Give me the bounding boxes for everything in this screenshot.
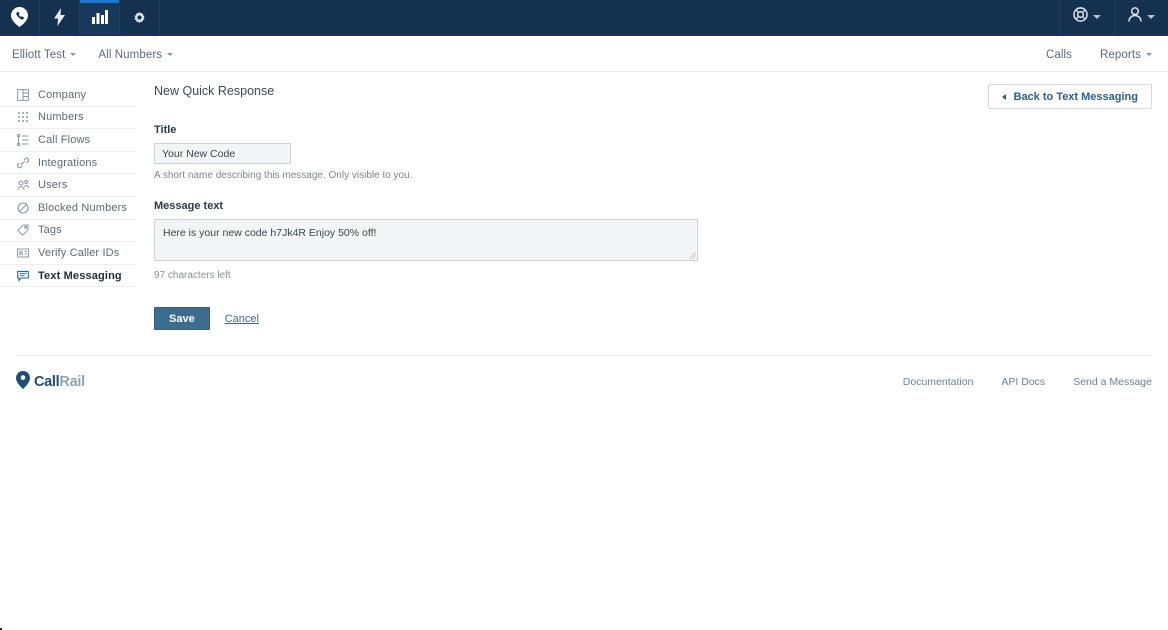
link-icon [16,156,29,169]
building-icon [16,88,29,101]
account-menu[interactable] [1114,0,1168,34]
callrail-logo: CallRail [16,370,85,394]
sidebar-item-label: Tags [38,224,62,237]
footer-links: Documentation API Docs Send a Message [903,376,1152,388]
subnav-left-group: Elliott Test All Numbers [0,48,174,61]
chevron-down-icon [167,53,174,56]
settings-tab[interactable] [120,0,160,34]
bar-chart-icon [91,10,108,24]
flow-list-icon [16,133,29,146]
cancel-button[interactable]: Cancel [225,313,259,325]
sidebar-item-label: Company [38,88,87,101]
chevron-down-icon [1147,15,1155,19]
numbers-selector[interactable]: All Numbers [98,48,174,61]
nav-calls-label: Calls [1045,48,1073,61]
sidebar-item-company[interactable]: Company [0,84,136,107]
keypad-icon [16,111,29,124]
footer-link-api-docs[interactable]: API Docs [1001,376,1045,388]
message-textarea[interactable] [155,220,697,260]
message-textarea-wrapper [154,219,698,261]
top-nav-tabs [0,0,160,34]
location-pin-icon [16,370,30,394]
form-actions: Save Cancel [154,307,1154,330]
settings-sidebar: Company Numbers Call Flows Integrations … [0,84,136,288]
top-navigation-bar [0,0,1168,36]
chat-bubble-icon [16,269,29,282]
title-input[interactable] [154,143,291,164]
sidebar-item-text-messaging[interactable]: Text Messaging [0,265,136,288]
sidebar-item-label: Blocked Numbers [38,201,128,214]
sidebar-item-label: Call Flows [38,133,91,146]
secondary-navigation-bar: Elliott Test All Numbers Calls Reports [0,38,1168,72]
user-icon [1128,7,1142,27]
logo-text: CallRail [34,374,85,390]
help-menu[interactable] [1059,0,1114,34]
nav-reports-label: Reports [1100,48,1141,61]
numbers-selector-label: All Numbers [98,48,163,61]
sidebar-item-users[interactable]: Users [0,174,136,197]
nav-calls[interactable]: Calls [1046,49,1072,61]
top-nav-spacer [160,0,1059,34]
top-nav-right-group [1059,0,1168,34]
account-selector-label: Elliott Test [12,48,66,61]
chevron-down-icon [70,53,77,56]
message-field-group: Message text 97 characters left [154,200,1154,281]
footer-link-send-a-message[interactable]: Send a Message [1073,376,1152,388]
back-to-text-messaging-button[interactable]: Back to Text Messaging [987,84,1152,109]
chevron-down-icon [1093,15,1101,19]
save-button[interactable]: Save [154,307,210,330]
sidebar-item-integrations[interactable]: Integrations [0,152,136,175]
nav-reports[interactable]: Reports [1100,49,1152,61]
bolt-tab[interactable] [40,0,80,34]
sidebar-item-label: Verify Caller IDs [38,246,120,259]
subnav-right-group: Calls Reports [1046,49,1168,61]
logo-text-secondary: Rail [59,374,85,390]
sidebar-item-label: Text Messaging [38,269,122,282]
gear-icon [132,10,147,25]
page-footer: CallRail Documentation API Docs Send a M… [16,368,1152,396]
footer-link-documentation[interactable]: Documentation [903,376,974,388]
characters-left-counter: 97 characters left [154,270,231,281]
sidebar-item-label: Integrations [38,156,98,169]
block-circle-icon [16,201,29,214]
logo-text-primary: Call [34,374,60,390]
title-field-group: Title A short name describing this messa… [154,124,1154,181]
app-window: Elliott Test All Numbers Calls Reports C… [0,0,1168,630]
analytics-tab[interactable] [80,0,120,34]
message-label: Message text [154,200,224,212]
tag-icon [16,224,29,237]
sidebar-item-numbers[interactable]: Numbers [0,107,136,130]
callrail-logo-tab[interactable] [0,0,40,34]
sidebar-item-label: Numbers [38,111,84,124]
sidebar-item-verify-caller-ids[interactable]: Verify Caller IDs [0,242,136,265]
chevron-down-icon [1146,53,1152,56]
lifebuoy-icon [1073,7,1088,27]
sidebar-item-call-flows[interactable]: Call Flows [0,129,136,152]
id-card-icon [16,246,29,259]
lightning-bolt-icon [54,8,65,26]
sidebar-item-label: Users [38,179,68,192]
sidebar-item-tags[interactable]: Tags [0,220,136,243]
title-label: Title [154,124,177,136]
back-button-label: Back to Text Messaging [1013,90,1139,103]
account-selector[interactable]: Elliott Test [12,48,77,61]
users-icon [16,179,29,192]
footer-divider [16,355,1152,356]
title-help-text: A short name describing this message. On… [154,170,413,181]
phone-pin-icon [11,7,28,27]
sidebar-item-blocked-numbers[interactable]: Blocked Numbers [0,197,136,220]
chevron-left-icon [1001,93,1006,100]
main-content: New Quick Response Title A short name de… [154,84,1154,330]
